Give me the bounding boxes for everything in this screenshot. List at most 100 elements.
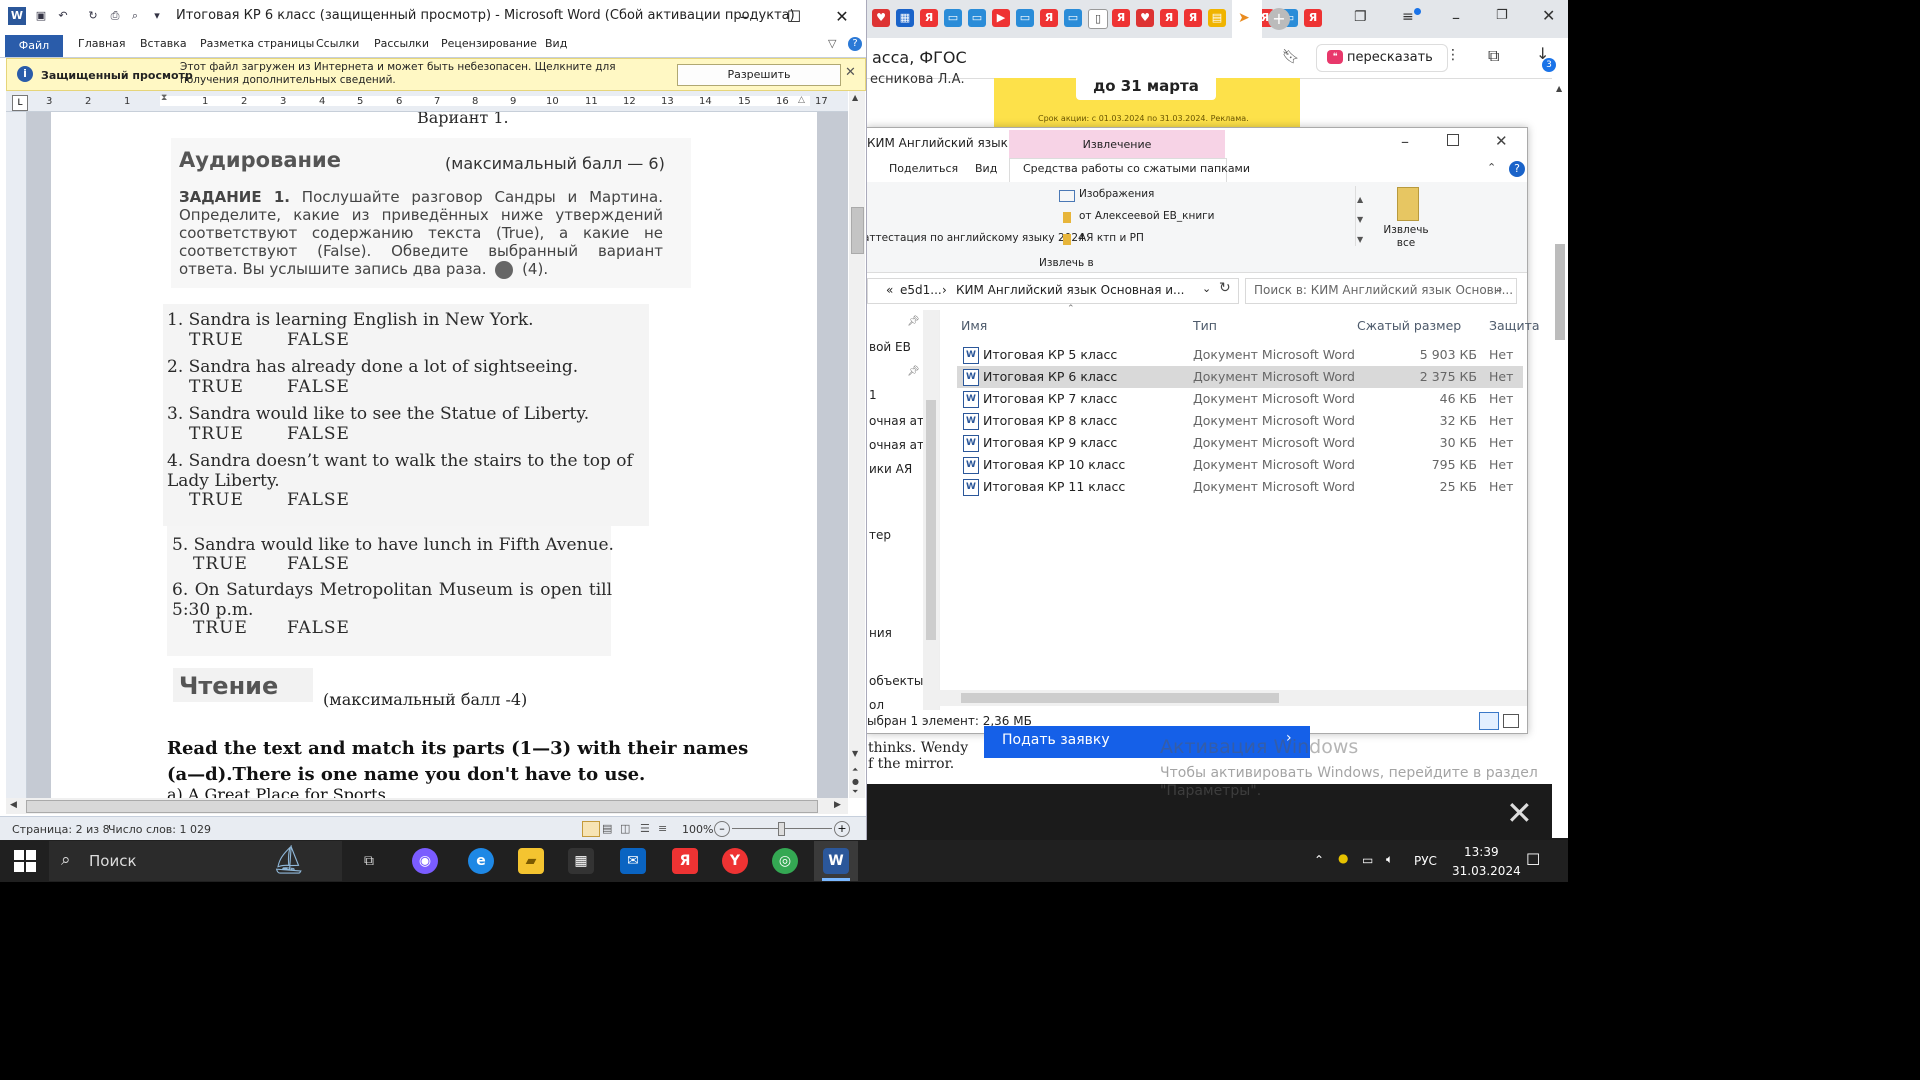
- file-row[interactable]: W Итоговая КР 7 класс Документ Microsoft…: [957, 388, 1523, 410]
- file-row[interactable]: W Итоговая КР 9 класс Документ Microsoft…: [957, 432, 1523, 454]
- ad-banner[interactable]: до 31 марта Срок акции: с 01.03.2024 по …: [994, 74, 1300, 128]
- nav-item[interactable]: тер: [869, 528, 891, 542]
- help-icon[interactable]: ?: [1509, 161, 1525, 177]
- ribbon-folder-images[interactable]: Изображения: [1079, 188, 1154, 200]
- column-type[interactable]: Тип: [1193, 318, 1217, 333]
- document-area[interactable]: Вариант 1. Аудирование (максимальный бал…: [27, 112, 848, 798]
- minimize-icon[interactable]: –: [1401, 132, 1409, 151]
- file-row[interactable]: W Итоговая КР 8 класс Документ Microsoft…: [957, 410, 1523, 432]
- notifications-icon[interactable]: ☐: [1526, 850, 1540, 869]
- path-segment-2[interactable]: КИМ Английский язык Основная и...: [956, 283, 1184, 297]
- nav-item[interactable]: вой ЕВ: [869, 340, 911, 354]
- browser-address-bar[interactable]: асса, ФГОС 🔖︎ ❝ пересказать ⋮ ⧉ ↓ 3: [866, 38, 1568, 79]
- browser-tab-icon[interactable]: ▦: [896, 9, 914, 27]
- next-page-icon[interactable]: ⏷: [852, 787, 858, 797]
- yandex-tab-icon[interactable]: Я: [1040, 9, 1058, 27]
- right-indent-marker-icon[interactable]: △: [798, 95, 805, 105]
- protected-view-message[interactable]: Этот файл загружен из Интернета и может …: [180, 61, 660, 87]
- yandex-browser-icon[interactable]: Y: [722, 848, 748, 874]
- scroll-thumb[interactable]: [1555, 244, 1565, 340]
- column-size[interactable]: Сжатый размер: [1357, 318, 1461, 333]
- security-icon[interactable]: ●: [1338, 851, 1348, 865]
- scroll-left-arrow[interactable]: ◀: [10, 800, 17, 810]
- document-tab-icon[interactable]: ▯: [1088, 9, 1108, 29]
- browser-tab-icon[interactable]: ▭: [1064, 9, 1082, 27]
- scroll-thumb[interactable]: [26, 800, 818, 813]
- tab-share[interactable]: Поделиться: [889, 162, 958, 175]
- ribbon-folder-ktp[interactable]: АЯ ктп и РП: [1079, 232, 1144, 244]
- minimize-icon[interactable]: –: [1452, 8, 1460, 27]
- vertical-scrollbar[interactable]: ▲ ▼ ⏶ ● ⏷: [849, 91, 865, 798]
- ribbon-folder-attestation[interactable]: аттестация по английскому языку 2024: [863, 232, 1085, 244]
- clock-time[interactable]: 13:39: [1464, 845, 1499, 859]
- word-counter[interactable]: Число слов: 1 029: [108, 823, 211, 836]
- chevron-down-icon[interactable]: ⌄: [1202, 282, 1211, 295]
- video-tab-icon[interactable]: ▶: [992, 9, 1010, 27]
- ribbon-folder-books[interactable]: от Алексеевой ЕВ_книги: [1079, 210, 1215, 222]
- column-name[interactable]: Имя: [961, 318, 987, 333]
- file-explorer-icon[interactable]: ▰: [518, 848, 544, 874]
- tab-selector[interactable]: L: [12, 95, 28, 111]
- close-icon[interactable]: ✕: [845, 65, 856, 80]
- zoom-in-icon[interactable]: +: [834, 821, 850, 837]
- volume-icon[interactable]: 🔈︎: [1386, 852, 1393, 867]
- web-view-icon[interactable]: ◫: [620, 822, 630, 835]
- scroll-down-arrow[interactable]: ▼: [852, 749, 858, 758]
- scroll-up-arrow[interactable]: ▲: [852, 93, 858, 102]
- horizontal-scrollbar[interactable]: ◀ ▶: [6, 798, 848, 814]
- tab-page-layout[interactable]: Разметка страницы: [200, 37, 314, 50]
- active-tab[interactable]: ➤: [1232, 0, 1262, 38]
- restore-icon[interactable]: ❐: [1496, 8, 1508, 23]
- tab-insert[interactable]: Вставка: [140, 37, 187, 50]
- close-icon[interactable]: ✕: [1495, 132, 1508, 150]
- customize-qat-icon[interactable]: ▾: [150, 9, 164, 23]
- yandex-tab-icon[interactable]: Я: [1160, 9, 1178, 27]
- word-logo-icon[interactable]: W: [8, 7, 26, 25]
- refresh-icon[interactable]: ↻: [1219, 280, 1231, 296]
- zoom-out-icon[interactable]: –: [714, 821, 730, 837]
- menu-icon[interactable]: ≡: [1402, 9, 1414, 25]
- reading-view-icon[interactable]: ▤: [602, 822, 612, 835]
- undo-icon[interactable]: ↶: [56, 9, 70, 23]
- battery-icon[interactable]: ▭: [1362, 853, 1373, 867]
- yandex-tab-icon[interactable]: Я: [1112, 9, 1130, 27]
- browser-tab-icon[interactable]: ▤: [1208, 9, 1226, 27]
- minimize-icon[interactable]: –: [720, 0, 768, 33]
- retell-button[interactable]: ❝ пересказать: [1316, 44, 1448, 72]
- zoom-slider-thumb[interactable]: [778, 822, 785, 836]
- bookmark-icon[interactable]: 🔖︎: [1282, 49, 1300, 65]
- ribbon-collapse-icon[interactable]: ▽: [828, 37, 836, 50]
- browser-tab-icon[interactable]: ♥: [1136, 9, 1154, 27]
- yandex-tab-icon[interactable]: Я: [1184, 9, 1202, 27]
- help-icon[interactable]: ?: [848, 37, 862, 51]
- maximize-icon[interactable]: ☐: [770, 0, 818, 33]
- zoom-level[interactable]: 100%: [682, 823, 713, 836]
- show-hidden-icons[interactable]: ⌃: [1314, 853, 1324, 867]
- tab-review[interactable]: Рецензирование: [441, 37, 537, 50]
- document-page[interactable]: Вариант 1. Аудирование (максимальный бал…: [51, 112, 817, 798]
- vertical-ruler[interactable]: [6, 112, 27, 798]
- page-counter[interactable]: Страница: 2 из 8: [12, 823, 110, 836]
- browser-scrollbar[interactable]: ▲: [1552, 78, 1568, 838]
- store-icon[interactable]: ▦: [568, 848, 594, 874]
- tab-mailings[interactable]: Рассылки: [374, 37, 429, 50]
- tab-home[interactable]: Главная: [78, 37, 126, 50]
- maximize-icon[interactable]: [1447, 134, 1459, 146]
- enable-editing-button[interactable]: Разрешить редактирование: [677, 64, 841, 101]
- yandex-tab-icon[interactable]: Я: [1304, 9, 1322, 27]
- search-input[interactable]: Поиск в: КИМ Английский язык Основн... ⌕: [1245, 278, 1517, 304]
- indent-marker-icon[interactable]: ⧗: [161, 93, 167, 103]
- column-protection[interactable]: Защита: [1489, 318, 1540, 333]
- file-row-selected[interactable]: W Итоговая КР 6 класс Документ Microsoft…: [957, 366, 1523, 388]
- yandex-icon[interactable]: Я: [672, 848, 698, 874]
- file-row[interactable]: W Итоговая КР 5 класс Документ Microsoft…: [957, 344, 1523, 366]
- more-icon[interactable]: ⋮: [1446, 47, 1460, 63]
- close-icon[interactable]: ✕: [818, 0, 866, 33]
- tiles-view-icon[interactable]: [1503, 714, 1519, 728]
- language-indicator[interactable]: РУС: [1414, 854, 1437, 868]
- word-taskbar-active[interactable]: W: [814, 841, 858, 881]
- start-button[interactable]: [14, 850, 36, 872]
- browser-tab-icon[interactable]: ▭: [1016, 9, 1034, 27]
- chevron-up-icon[interactable]: ⌃: [1487, 161, 1496, 174]
- tab-file[interactable]: Файл: [5, 35, 63, 57]
